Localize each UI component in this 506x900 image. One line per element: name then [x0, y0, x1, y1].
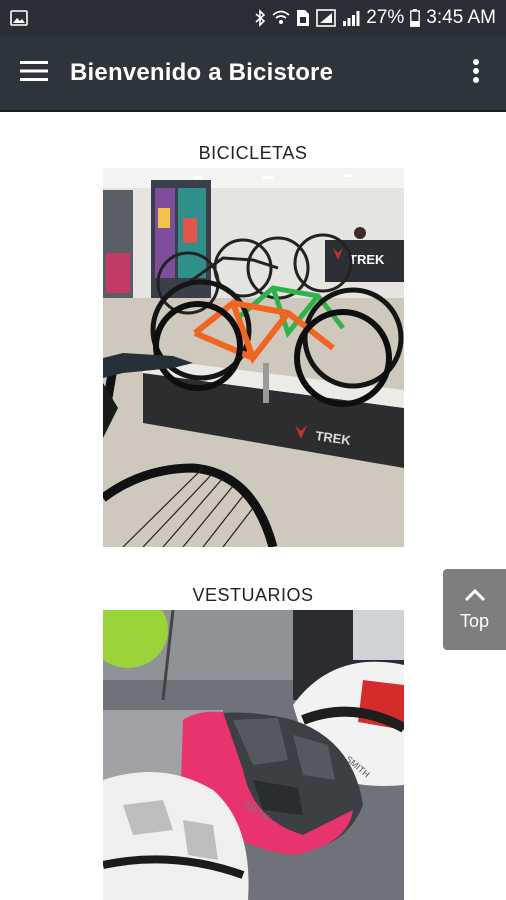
menu-button[interactable] — [0, 35, 68, 111]
scroll-to-top-label: Top — [459, 610, 490, 631]
wifi-icon — [272, 9, 290, 27]
section-title-vestuarios: VESTUARIOS — [192, 585, 314, 605]
sim-icon — [296, 9, 310, 27]
bluetooth-icon — [254, 9, 266, 27]
helmets-photo[interactable]: SMITH SMITH — [103, 610, 404, 900]
signal-icon — [342, 9, 360, 27]
section-title-bicicletas: BICICLETAS — [198, 143, 308, 163]
app-bar: Bienvenido a Bicistore — [0, 36, 506, 112]
image-icon — [10, 10, 28, 26]
bike-store-photo[interactable]: TREK TREK — [103, 168, 404, 547]
status-time: 3:45 AM — [426, 7, 496, 28]
scroll-to-top-button[interactable]: Top — [443, 569, 506, 650]
content-scroll-area[interactable]: BICICLETAS TREK TREK VESTUARIOS SMITH SM… — [0, 113, 506, 900]
status-bar: 27% 3:45 AM — [0, 0, 506, 36]
battery-percent: 27% — [366, 7, 405, 28]
more-vert-icon — [472, 58, 480, 89]
brand-banner-text: TREK — [349, 252, 385, 267]
chevron-up-icon — [463, 588, 487, 607]
overflow-menu-button[interactable] — [446, 35, 506, 111]
page-title: Bienvenido a Bicistore — [70, 59, 334, 86]
data-icon — [316, 9, 337, 27]
battery-icon — [410, 9, 421, 27]
hamburger-menu-icon — [20, 60, 48, 87]
